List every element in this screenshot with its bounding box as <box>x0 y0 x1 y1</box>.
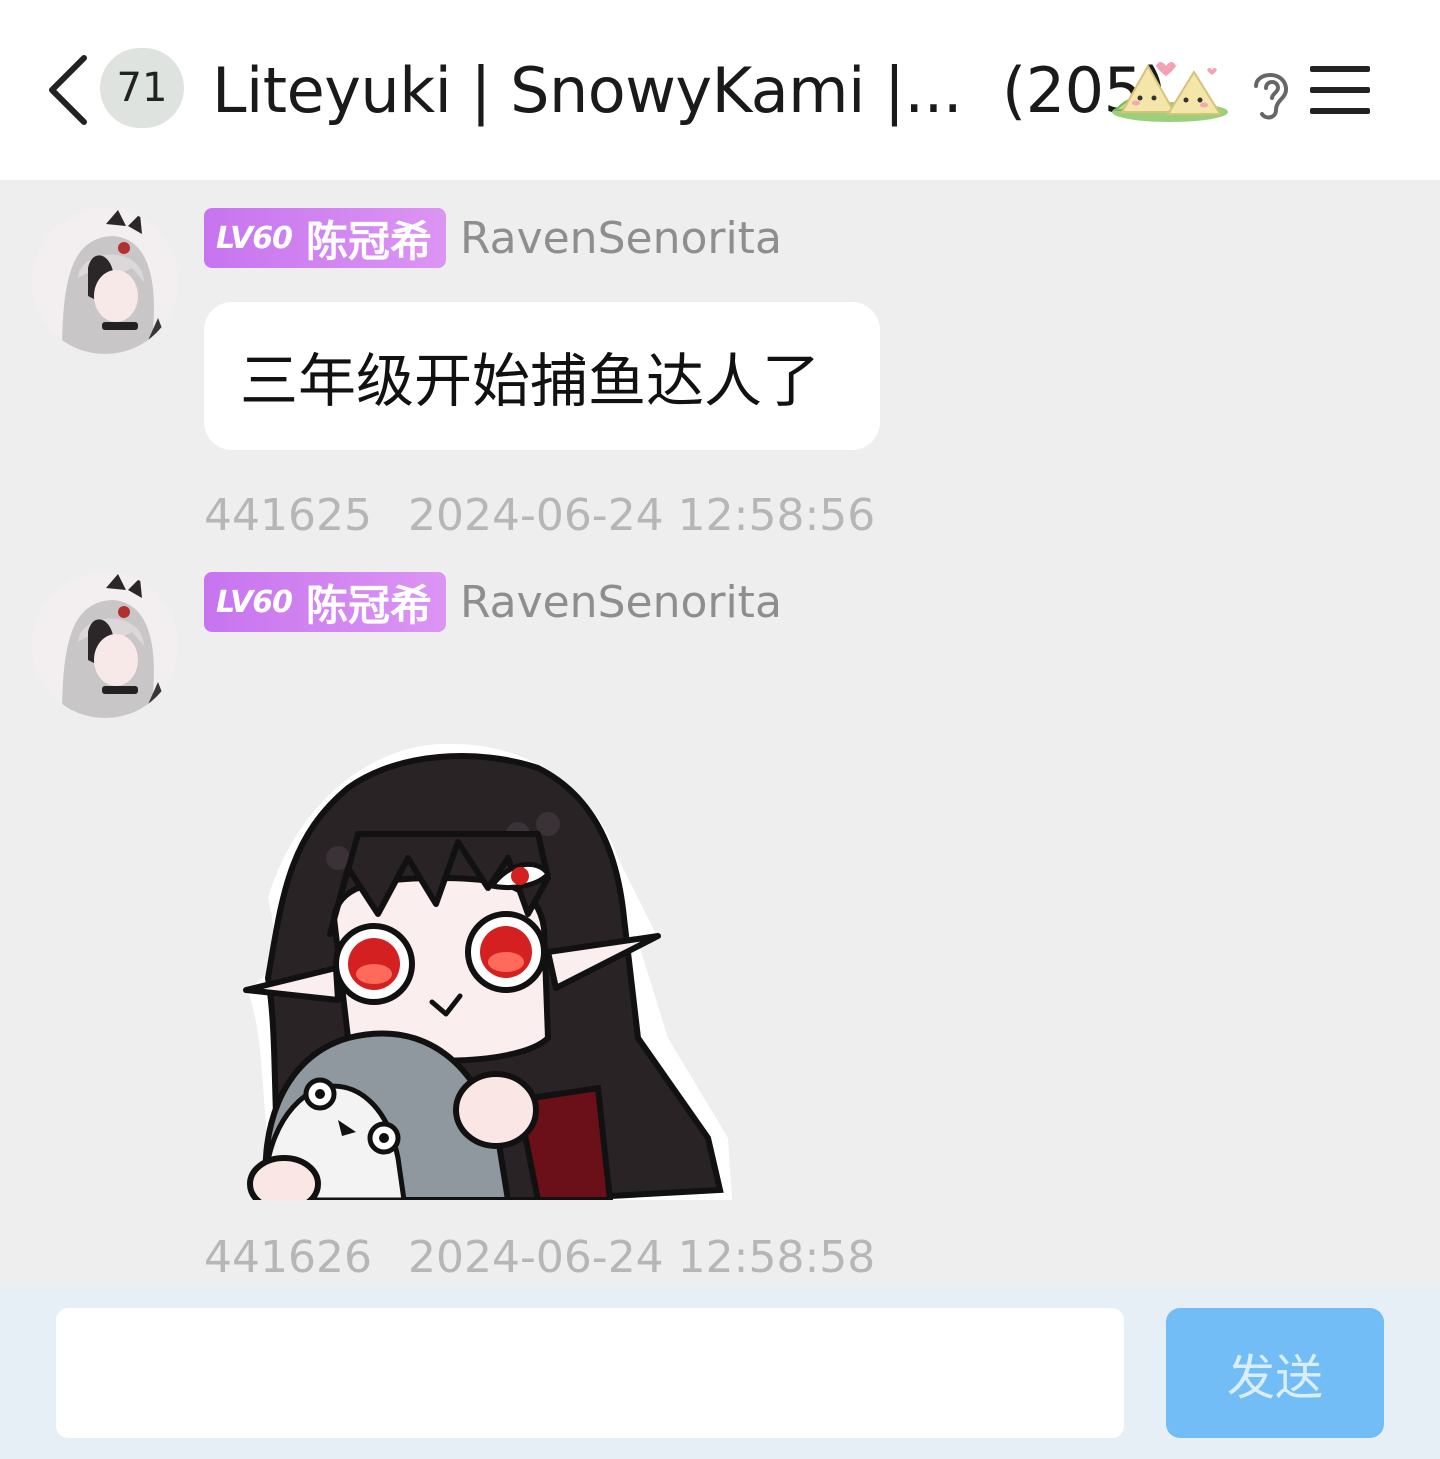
level-badge: LV60 陈冠希 <box>204 208 446 268</box>
sender-name[interactable]: RavenSenorita <box>460 208 782 268</box>
unread-count-badge[interactable]: 71 <box>100 48 184 128</box>
message-timestamp: 2024-06-24 12:58:58 <box>407 1232 876 1283</box>
message-bubble[interactable]: 三年级开始捕鱼达人了 <box>204 302 880 450</box>
ear-icon[interactable] <box>1246 62 1294 122</box>
member-title: 陈冠希 <box>305 216 432 266</box>
message-input[interactable] <box>56 1308 1124 1438</box>
message-timestamp: 2024-06-24 12:58:56 <box>407 490 876 541</box>
anime-girl-holding-seal-sticker[interactable] <box>238 738 734 1200</box>
level-label: LV60 <box>216 584 293 620</box>
message-composer: 发送 <box>0 1288 1440 1459</box>
chat-header: 71 Liteyuki | SnowyKami |... (205) <box>0 0 1440 180</box>
message-id: 441626 <box>204 1232 372 1283</box>
rice-dumpling-emoji-icon <box>1112 62 1228 122</box>
group-name: Liteyuki | SnowyKami |... <box>212 53 963 127</box>
sender-name[interactable]: RavenSenorita <box>460 572 782 632</box>
message-meta: 441625 2024-06-24 12:58:56 <box>204 490 875 541</box>
back-chevron-icon[interactable] <box>40 52 96 128</box>
level-label: LV60 <box>216 220 293 256</box>
avatar[interactable] <box>32 208 178 354</box>
send-button[interactable]: 发送 <box>1166 1308 1384 1438</box>
message-meta: 441626 2024-06-24 12:58:58 <box>204 1232 875 1283</box>
message-id: 441625 <box>204 490 372 541</box>
group-title[interactable]: Liteyuki | SnowyKami |... (205) <box>212 52 1167 128</box>
menu-icon[interactable] <box>1308 60 1372 120</box>
avatar[interactable] <box>32 572 178 718</box>
member-title: 陈冠希 <box>305 580 432 630</box>
level-badge: LV60 陈冠希 <box>204 572 446 632</box>
